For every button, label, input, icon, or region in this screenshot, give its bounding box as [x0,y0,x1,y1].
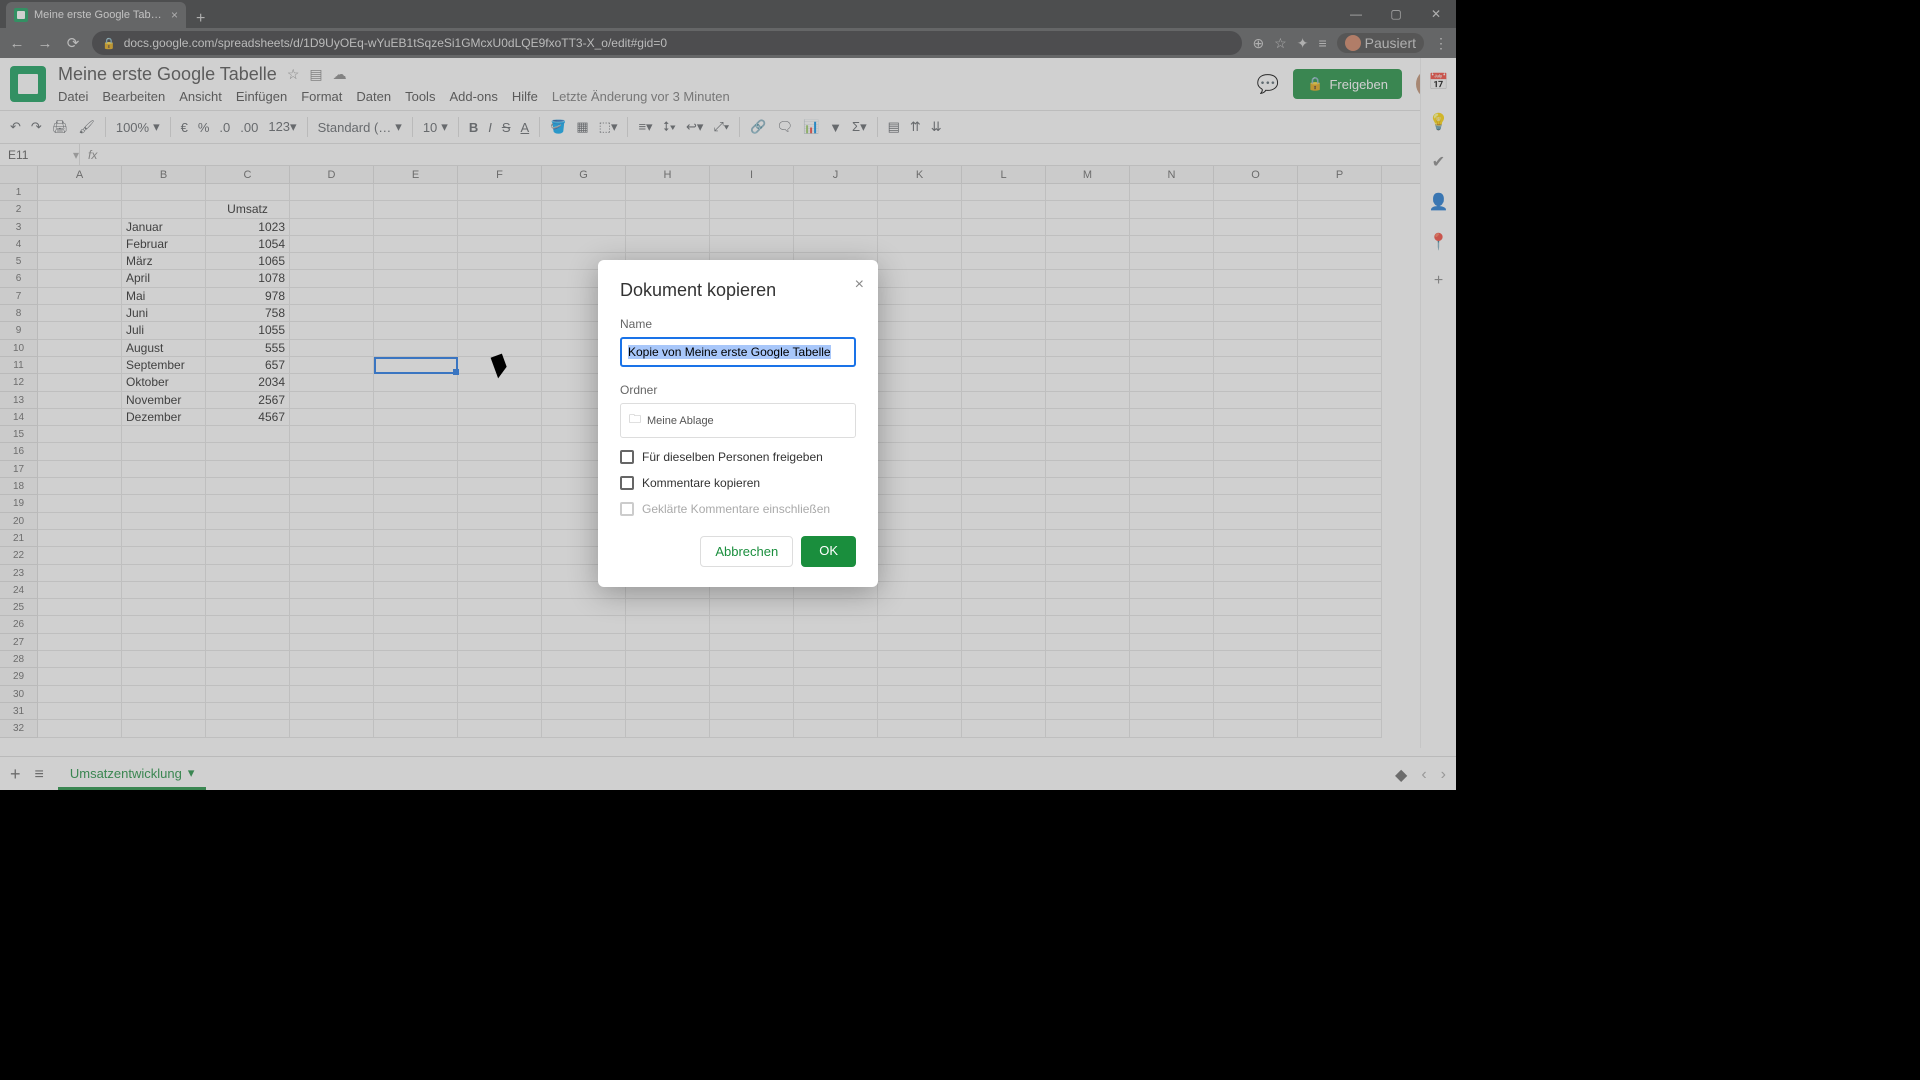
ok-button[interactable]: OK [801,536,856,567]
include-resolved-checkbox: Geklärte Kommentare einschließen [620,502,856,516]
copy-document-dialog: Dokument kopieren × Name Kopie von Meine… [598,260,878,587]
cancel-button[interactable]: Abbrechen [700,536,793,567]
name-field-label: Name [620,317,856,331]
folder-field-label: Ordner [620,383,856,397]
dialog-title: Dokument kopieren [620,280,856,301]
document-name-input[interactable]: Kopie von Meine erste Google Tabelle [620,337,856,367]
folder-icon: 🗀 [629,410,641,431]
folder-picker[interactable]: 🗀 Meine Ablage [620,403,856,438]
copy-comments-checkbox[interactable]: Kommentare kopieren [620,476,856,490]
share-same-people-checkbox[interactable]: Für dieselben Personen freigeben [620,450,856,464]
close-dialog-icon[interactable]: × [855,276,864,294]
